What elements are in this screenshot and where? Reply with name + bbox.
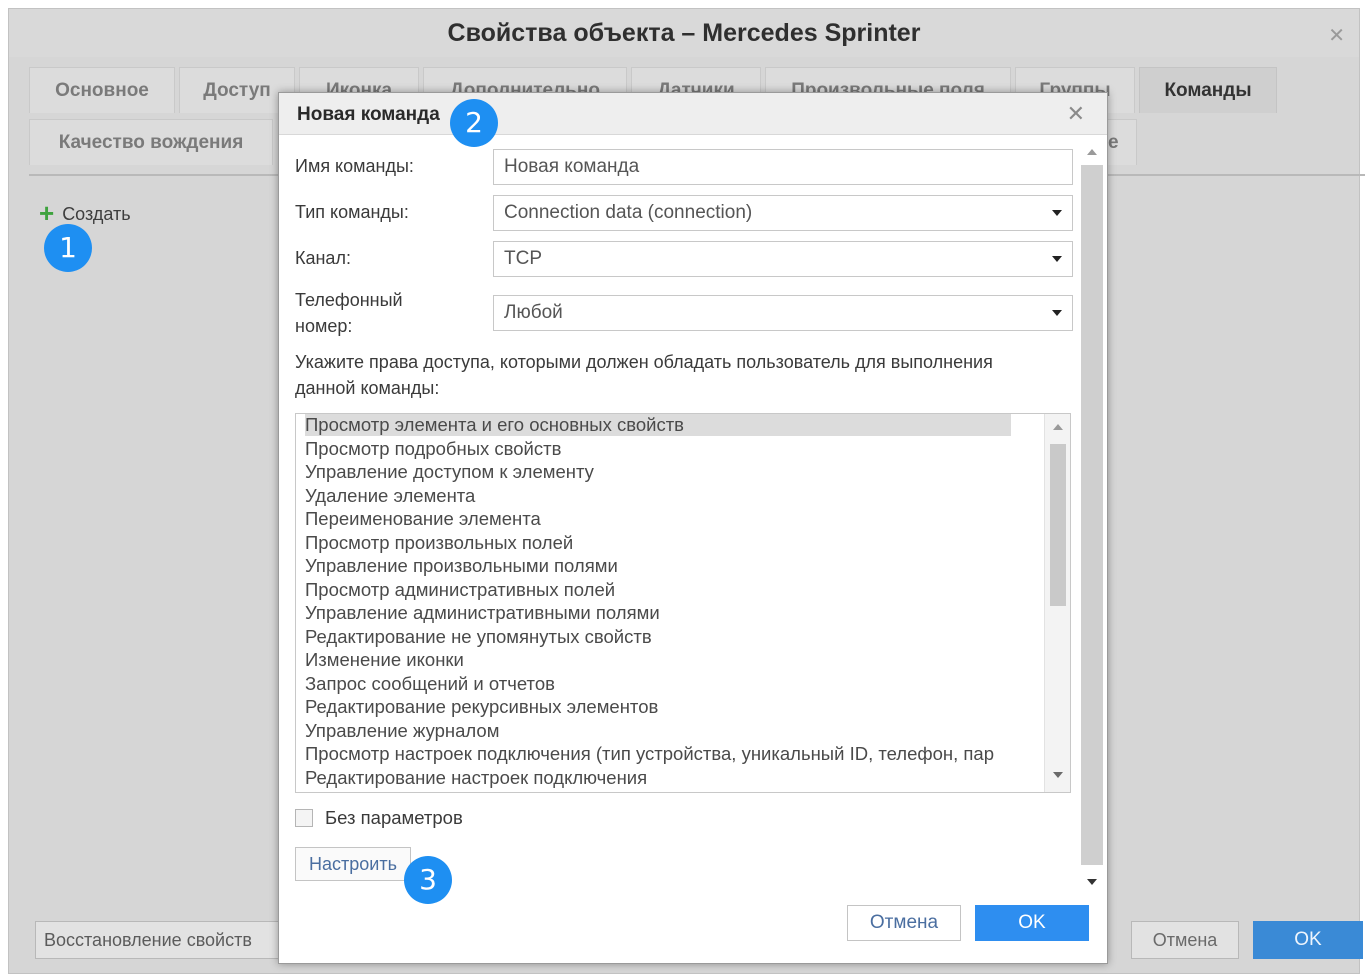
dialog-title: Новая команда <box>297 104 440 125</box>
list-item[interactable]: Управление журналом <box>305 720 1041 742</box>
access-rights-hint: Укажите права доступа, которыми должен о… <box>295 349 1085 401</box>
callout-badge-1: 1 <box>44 224 92 272</box>
list-item[interactable]: Запрос сообщений и отчетов <box>305 673 1041 695</box>
scroll-up-icon[interactable] <box>1053 424 1063 430</box>
close-icon[interactable]: ✕ <box>1328 23 1345 48</box>
phone-select[interactable]: Любой <box>493 295 1073 331</box>
channel-value: TCP <box>504 248 542 269</box>
plus-icon: + <box>39 198 55 228</box>
channel-select[interactable]: TCP <box>493 241 1073 277</box>
access-rights-hint-line-1: Укажите права доступа, которыми должен о… <box>295 352 993 372</box>
dialog-header: Новая команда ✕ <box>279 93 1107 135</box>
new-command-dialog: Новая команда ✕ Имя команды: Новая коман… <box>278 92 1108 964</box>
chevron-down-icon <box>1052 310 1062 316</box>
no-params-label: Без параметров <box>325 807 463 828</box>
chevron-down-icon <box>1052 210 1062 216</box>
command-name-input[interactable]: Новая команда <box>493 149 1073 185</box>
access-rights-hint-line-2: данной команды: <box>295 378 440 398</box>
window-title: Свойства объекта – Mercedes Sprinter <box>9 9 1359 57</box>
dialog-scrollbar[interactable] <box>1081 145 1103 895</box>
tab-main[interactable]: Основное <box>29 67 175 113</box>
ok-button[interactable]: OK <box>1253 921 1363 959</box>
scroll-down-icon[interactable] <box>1053 772 1063 778</box>
create-button[interactable]: + Создать <box>39 199 131 227</box>
list-item[interactable]: Переименование элемента <box>305 508 1041 530</box>
list-item[interactable]: Управление произвольными полями <box>305 555 1041 577</box>
list-scrollbar[interactable] <box>1044 414 1070 792</box>
phone-value: Любой <box>504 302 563 323</box>
scrollbar-thumb[interactable] <box>1050 444 1066 606</box>
list-item[interactable]: Редактирование рекурсивных элементов <box>305 696 1041 718</box>
list-item[interactable]: Редактирование настроек подключения <box>305 767 1041 789</box>
phone-label-line-2: номер: <box>295 316 353 336</box>
list-item[interactable]: Просмотр элемента и его основных свойств <box>305 414 1011 436</box>
command-type-value: Connection data (connection) <box>504 202 753 223</box>
list-item[interactable]: Удаление элемента <box>305 485 1041 507</box>
tab-driving-quality[interactable]: Качество вождения <box>29 119 273 165</box>
scroll-up-icon[interactable] <box>1087 149 1097 155</box>
tab-partial[interactable]: е <box>1105 119 1137 165</box>
command-type-label: Тип команды: <box>295 202 409 222</box>
create-label: Создать <box>62 204 131 224</box>
callout-badge-3: 3 <box>404 856 452 904</box>
list-item[interactable]: Просмотр подробных свойств <box>305 438 1041 460</box>
list-item[interactable]: Просмотр настроек подключения (тип устро… <box>305 743 1041 765</box>
restore-properties-button[interactable]: Восстановление свойств <box>35 921 285 959</box>
dialog-ok-button[interactable]: OK <box>975 905 1089 941</box>
chevron-down-icon <box>1052 256 1062 262</box>
phone-label: Телефонный номер: <box>295 287 403 339</box>
phone-label-line-1: Телефонный <box>295 290 403 310</box>
scroll-down-icon[interactable] <box>1087 879 1097 885</box>
channel-label: Канал: <box>295 248 351 268</box>
list-item[interactable]: Изменение иконки <box>305 649 1041 671</box>
cancel-button[interactable]: Отмена <box>1131 921 1239 959</box>
dialog-cancel-button[interactable]: Отмена <box>847 905 961 941</box>
callout-badge-2: 2 <box>450 99 498 147</box>
tab-commands[interactable]: Команды <box>1139 67 1277 113</box>
scrollbar-thumb[interactable] <box>1081 165 1103 865</box>
list-item[interactable]: Управление доступом к элементу <box>305 461 1041 483</box>
command-name-label: Имя команды: <box>295 156 414 176</box>
command-type-select[interactable]: Connection data (connection) <box>493 195 1073 231</box>
list-item[interactable]: Просмотр административных полей <box>305 579 1041 601</box>
configure-button[interactable]: Настроить <box>295 847 411 881</box>
list-item[interactable]: Управление административными полями <box>305 602 1041 624</box>
permissions-list[interactable]: Просмотр элемента и его основных свойств… <box>295 413 1071 793</box>
list-item[interactable]: Редактирование не упомянутых свойств <box>305 626 1041 648</box>
checkbox-box[interactable] <box>295 809 313 827</box>
close-icon[interactable]: ✕ <box>1067 101 1085 127</box>
no-params-checkbox[interactable]: Без параметров <box>295 805 463 831</box>
list-item[interactable]: Просмотр произвольных полей <box>305 532 1041 554</box>
